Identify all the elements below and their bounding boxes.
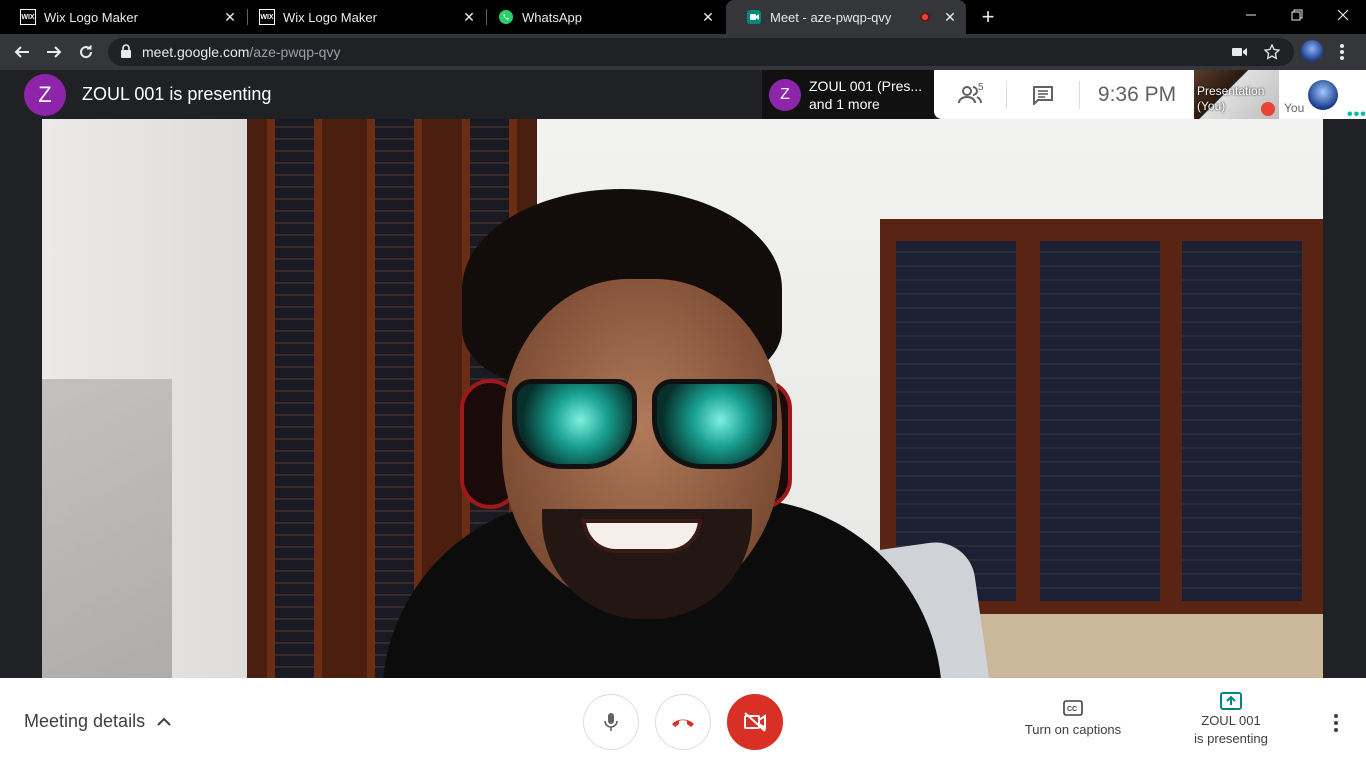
stack-tile-line1: ZOUL 001 (Pres... xyxy=(809,77,923,94)
microphone-icon xyxy=(604,713,618,731)
video-shadow xyxy=(42,379,172,678)
star-icon[interactable] xyxy=(1262,42,1282,62)
tab-wix-logo-maker-2[interactable]: WIX Wix Logo Maker ✕ xyxy=(239,0,485,34)
stack-tile-text: ZOUL 001 (Pres... and 1 more xyxy=(809,77,922,113)
hang-up-icon xyxy=(672,719,694,727)
arrow-right-icon xyxy=(47,46,62,58)
wix-icon-text: WIX xyxy=(21,13,35,21)
meet-icon xyxy=(746,9,762,25)
captions-icon: CC xyxy=(1010,700,1136,716)
forward-button[interactable] xyxy=(40,38,68,66)
close-window-button[interactable] xyxy=(1320,0,1366,30)
chat-icon xyxy=(1033,85,1053,105)
self-tile-label-1: Presentation xyxy=(1197,84,1265,98)
url-host: meet.google.com xyxy=(142,44,250,60)
tab-strip: WIX Wix Logo Maker ✕ WIX Wix Logo Maker … xyxy=(0,0,1366,34)
speaking-dots-icon: ••• xyxy=(1347,106,1366,123)
avatar xyxy=(1308,80,1338,110)
present-button[interactable]: ZOUL 001 is presenting xyxy=(1180,692,1282,748)
profile-avatar[interactable] xyxy=(1301,40,1323,62)
wix-icon: WIX xyxy=(259,9,275,25)
clock-time: 9:36 PM xyxy=(1097,82,1177,106)
captions-label: Turn on captions xyxy=(1024,722,1122,737)
mic-off-icon xyxy=(1261,102,1275,116)
chrome-menu-icon[interactable] xyxy=(1336,42,1348,62)
window-pane xyxy=(1182,241,1302,601)
door-panel xyxy=(267,119,322,678)
microphone-button[interactable] xyxy=(583,694,639,750)
chevron-up-icon xyxy=(157,711,171,732)
recording-icon xyxy=(920,12,930,22)
meet-stage: Z ZOUL 001 is presenting Z ZOUL 001 (Pre… xyxy=(0,70,1366,678)
address-bar[interactable]: meet.google.com/aze-pwqp-qvy xyxy=(108,38,1294,66)
stack-tile-line2: and 1 more xyxy=(809,95,880,112)
chat-button[interactable] xyxy=(1007,70,1079,119)
participant-stack-tile[interactable]: Z ZOUL 001 (Pres... and 1 more xyxy=(762,70,934,119)
meeting-details-button[interactable]: Meeting details xyxy=(24,711,171,732)
browser-toolbar: meet.google.com/aze-pwqp-qvy xyxy=(0,34,1366,70)
arrow-left-icon xyxy=(14,46,29,58)
url-path: /aze-pwqp-qvy xyxy=(249,44,341,60)
video-smile xyxy=(582,519,702,553)
restore-button[interactable] xyxy=(1274,0,1320,30)
video-sunglasses xyxy=(502,369,802,469)
captions-button[interactable]: CC Turn on captions xyxy=(1010,700,1136,737)
tab-title: WhatsApp xyxy=(522,9,582,25)
tab-wix-logo-maker-1[interactable]: WIX Wix Logo Maker ✕ xyxy=(0,0,246,34)
tab-title: Wix Logo Maker xyxy=(44,9,138,25)
lock-icon xyxy=(120,43,132,61)
presenter-video xyxy=(42,119,1323,678)
reload-button[interactable] xyxy=(72,38,100,66)
whatsapp-icon xyxy=(498,9,514,25)
people-button[interactable]: 5 xyxy=(934,70,1006,119)
wix-icon: WIX xyxy=(20,9,36,25)
lens xyxy=(512,379,637,469)
back-button[interactable] xyxy=(8,38,36,66)
close-icon[interactable]: ✕ xyxy=(220,7,240,27)
tab-meet[interactable]: Meet - aze-pwqp-qvy ✕ xyxy=(726,0,966,34)
camera-off-icon xyxy=(744,712,766,732)
self-video-tile[interactable]: You ••• xyxy=(1279,70,1366,123)
wix-icon-text: WIX xyxy=(260,13,274,21)
presenting-text: ZOUL 001 is presenting xyxy=(82,84,272,104)
present-screen-icon xyxy=(1180,692,1282,710)
new-tab-button[interactable]: + xyxy=(976,4,1000,29)
window-pane xyxy=(1040,241,1160,601)
self-tile-label-2: (You) xyxy=(1197,99,1226,113)
lens xyxy=(652,379,777,469)
camera-off-button[interactable] xyxy=(727,694,783,750)
tab-title: Meet - aze-pwqp-qvy xyxy=(770,9,892,25)
minimize-button[interactable] xyxy=(1228,0,1274,30)
close-icon[interactable]: ✕ xyxy=(698,7,718,27)
camera-icon[interactable] xyxy=(1230,42,1250,62)
end-call-button[interactable] xyxy=(655,694,711,750)
meet-controls-bar: Meeting details CC Turn on captions ZOUL… xyxy=(0,678,1366,768)
you-label: You xyxy=(1284,101,1305,115)
close-icon[interactable]: ✕ xyxy=(940,7,960,27)
close-icon[interactable]: ✕ xyxy=(459,7,479,27)
meeting-details-label: Meeting details xyxy=(24,711,146,731)
tab-whatsapp[interactable]: WhatsApp ✕ xyxy=(478,0,724,34)
participant-count: 5 xyxy=(978,82,984,93)
avatar: Z xyxy=(24,73,66,116)
svg-text:CC: CC xyxy=(1067,706,1077,713)
self-tile-label: Presentation (You) xyxy=(1197,84,1264,114)
presenting-banner: Z ZOUL 001 is presenting xyxy=(0,70,760,119)
meeting-info-bar: 5 9:36 PM xyxy=(934,70,1194,119)
present-line2: is presenting xyxy=(1194,731,1268,746)
self-presentation-tile[interactable]: Presentation (You) xyxy=(1194,70,1279,119)
present-line1: ZOUL 001 xyxy=(1201,713,1261,728)
more-options-icon[interactable] xyxy=(1326,712,1346,734)
reload-icon xyxy=(80,45,93,59)
avatar: Z xyxy=(769,78,801,111)
tab-title: Wix Logo Maker xyxy=(283,9,377,25)
